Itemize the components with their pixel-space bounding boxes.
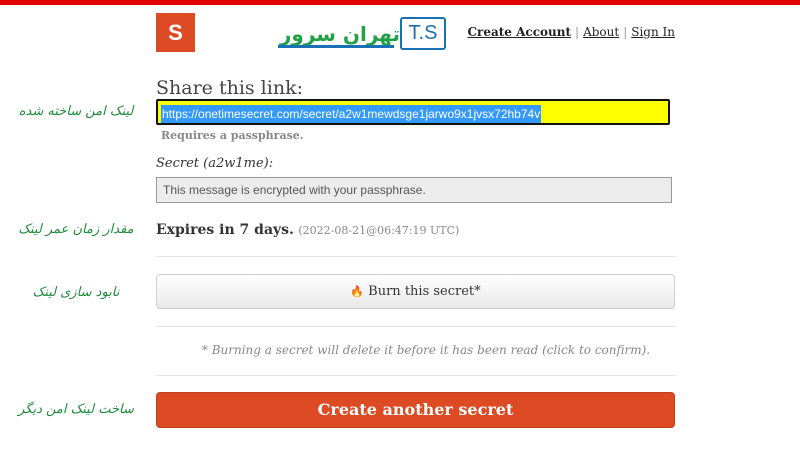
top-accent-bar <box>0 0 800 5</box>
divider <box>156 375 676 376</box>
burn-note: * Burning a secret will delete it before… <box>201 343 651 357</box>
sign-in-link[interactable]: Sign In <box>631 25 675 39</box>
burn-secret-button[interactable]: 🔥 Burn this secret* <box>156 274 675 309</box>
tehran-server-logo: تهران سرور T.S <box>248 14 448 54</box>
annotation-link: لینک امن ساخته شده <box>18 104 134 119</box>
brand-text-fa: تهران سرور <box>279 22 400 46</box>
create-account-link[interactable]: Create Account <box>467 25 571 39</box>
expiry-text: Expires in 7 days. <box>156 222 294 238</box>
divider <box>156 256 676 257</box>
expiry-timestamp: (2022-08-21@06:47:19 UTC) <box>298 224 460 237</box>
burn-button-label: Burn this secret* <box>368 284 481 299</box>
brand-ts-badge: T.S <box>400 17 446 50</box>
secret-link-field[interactable]: https://onetimesecret.com/secret/a2w1mew… <box>156 99 670 125</box>
fire-icon: 🔥 <box>350 285 365 298</box>
secret-label: Secret (a2w1me): <box>156 156 274 171</box>
brand-underline <box>278 45 394 48</box>
create-another-secret-button[interactable]: Create another secret <box>156 392 675 428</box>
secret-message-field[interactable]: This message is encrypted with your pass… <box>156 177 672 203</box>
share-title: Share this link: <box>156 77 303 99</box>
top-nav: Create Account | About | Sign In <box>467 25 675 39</box>
nav-separator: | <box>575 25 580 39</box>
nav-separator: | <box>623 25 628 39</box>
secret-link-text[interactable]: https://onetimesecret.com/secret/a2w1mew… <box>161 105 542 123</box>
site-logo[interactable]: S <box>156 13 195 52</box>
annotation-create: ساخت لینک امن دیگر <box>18 402 134 417</box>
annotation-expiry: مقدار زمان عمر لینک <box>18 222 134 237</box>
expiry-info: Expires in 7 days. (2022-08-21@06:47:19 … <box>156 222 459 238</box>
divider <box>156 326 676 327</box>
about-link[interactable]: About <box>583 25 619 39</box>
passphrase-note: Requires a passphrase. <box>161 129 304 142</box>
annotation-burn: نابود سازی لینک <box>32 285 120 300</box>
